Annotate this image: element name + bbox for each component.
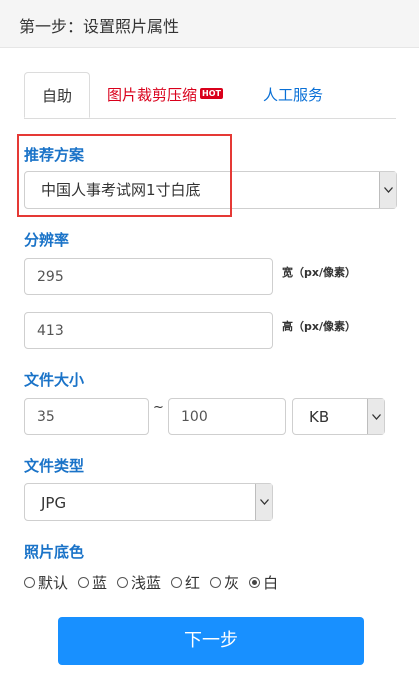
- filesize-label: 文件大小: [24, 371, 85, 389]
- radio-label: 红: [185, 574, 201, 592]
- radio-label: 浅蓝: [131, 574, 162, 592]
- chevron-down-icon: [255, 484, 272, 520]
- radio-label: 默认: [38, 574, 69, 592]
- tab-bar: 自助 图片裁剪压缩 HOT 人工服务: [24, 72, 396, 119]
- bgcolor-radio-group: 默认 蓝 浅蓝 红 灰 白: [24, 572, 288, 593]
- highlight-box: [17, 134, 232, 217]
- radio-circle[interactable]: [171, 577, 183, 588]
- tab-crop-compress-label: 图片裁剪压缩: [107, 86, 198, 104]
- chevron-down-icon: [367, 399, 384, 434]
- radio-circle[interactable]: [210, 577, 222, 588]
- tab-self-service[interactable]: 自助: [24, 72, 90, 118]
- tab-manual-service[interactable]: 人工服务: [263, 72, 323, 118]
- radio-label: 白: [263, 574, 279, 592]
- next-step-button[interactable]: 下一步: [58, 617, 364, 665]
- hot-badge: HOT: [200, 88, 223, 99]
- filesize-max-input[interactable]: 100: [168, 398, 286, 435]
- width-unit: 宽（px/像素）: [282, 266, 356, 279]
- filesize-unit-value: KB: [309, 408, 330, 426]
- radio-circle[interactable]: [24, 577, 35, 588]
- filetype-select[interactable]: JPG: [24, 483, 273, 521]
- radio-default[interactable]: 默认: [24, 572, 68, 593]
- radio-label: 蓝: [92, 574, 108, 592]
- height-input[interactable]: 413: [24, 312, 273, 349]
- radio-gray[interactable]: 灰: [210, 572, 239, 593]
- radio-light-blue[interactable]: 浅蓝: [117, 572, 161, 593]
- bgcolor-label: 照片底色: [24, 543, 85, 561]
- chevron-down-icon: [379, 172, 396, 208]
- radio-circle-selected[interactable]: [249, 577, 261, 588]
- filetype-value: JPG: [41, 494, 67, 512]
- radio-circle[interactable]: [117, 577, 129, 588]
- filetype-label: 文件类型: [24, 457, 85, 475]
- radio-red[interactable]: 红: [171, 572, 200, 593]
- radio-circle[interactable]: [78, 577, 90, 588]
- tab-crop-compress[interactable]: 图片裁剪压缩 HOT: [107, 72, 223, 118]
- filesize-unit-select[interactable]: KB: [292, 398, 385, 435]
- radio-blue[interactable]: 蓝: [78, 572, 107, 593]
- filesize-separator: ~: [153, 400, 164, 415]
- header-bar: 第一步：设置照片属性: [0, 0, 419, 48]
- filesize-min-input[interactable]: 35: [24, 398, 149, 435]
- page-title: 第一步：设置照片属性: [19, 17, 180, 36]
- radio-white[interactable]: 白: [249, 572, 278, 593]
- resolution-label: 分辨率: [24, 231, 70, 249]
- height-unit: 高（px/像素）: [282, 320, 356, 333]
- radio-label: 灰: [224, 574, 240, 592]
- width-input[interactable]: 295: [24, 258, 273, 295]
